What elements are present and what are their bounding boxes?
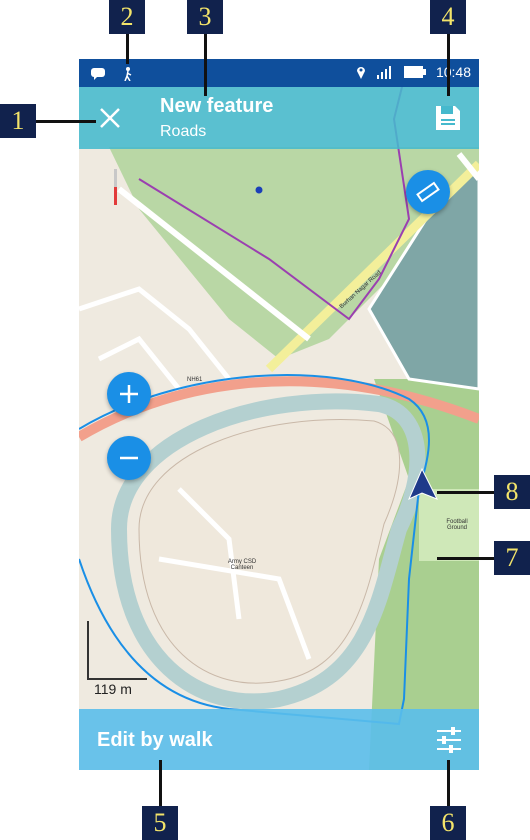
ruler-icon	[416, 181, 440, 203]
callout-5: 5	[142, 806, 178, 840]
status-bar: 10:48	[79, 59, 479, 87]
settings-sliders-icon[interactable]	[434, 725, 464, 755]
scale-bar	[87, 621, 147, 680]
phone-screen: Burhan Nagar Road NH61 Army CSD Canteen …	[79, 59, 479, 770]
location-dot	[255, 186, 263, 194]
close-icon[interactable]	[95, 103, 125, 133]
bottom-bar[interactable]: Edit by walk	[79, 709, 479, 770]
layer-subtitle: Roads	[160, 123, 207, 140]
poi-label: Army CSD Canteen	[227, 559, 257, 571]
message-icon	[91, 67, 105, 80]
field-label: Football Ground	[446, 519, 468, 531]
save-icon[interactable]	[433, 103, 463, 133]
edit-by-walk-label[interactable]: Edit by walk	[97, 729, 213, 752]
highway-label: NH61	[187, 377, 203, 383]
feature-title: New feature	[160, 95, 274, 117]
scale-label: 119 m	[94, 681, 132, 697]
callout-8: 8	[494, 475, 530, 509]
callout-1-line	[36, 120, 96, 123]
walking-icon	[123, 66, 131, 81]
callout-5-line	[159, 760, 162, 806]
signal-icon	[376, 66, 391, 79]
battery-icon	[403, 66, 426, 78]
callout-6: 6	[430, 806, 466, 840]
location-pin-icon	[356, 67, 365, 79]
callout-8-line	[437, 491, 494, 494]
clock: 10:48	[435, 64, 471, 80]
callout-2-line	[126, 34, 129, 64]
top-toolbar: New feature Roads	[79, 87, 479, 149]
minus-icon	[120, 456, 138, 460]
callout-4-line	[447, 34, 450, 96]
callout-3-line	[204, 34, 207, 96]
zoom-in-button[interactable]	[107, 372, 151, 416]
plus-icon	[120, 385, 138, 403]
callout-7-line	[437, 557, 494, 560]
callout-2: 2	[109, 0, 145, 34]
callout-4: 4	[430, 0, 466, 34]
callout-3: 3	[187, 0, 223, 34]
callout-7: 7	[494, 541, 530, 575]
callout-6-line	[447, 760, 450, 806]
callout-1: 1	[0, 104, 36, 138]
ruler-button[interactable]	[406, 170, 450, 214]
zoom-out-button[interactable]	[107, 436, 151, 480]
